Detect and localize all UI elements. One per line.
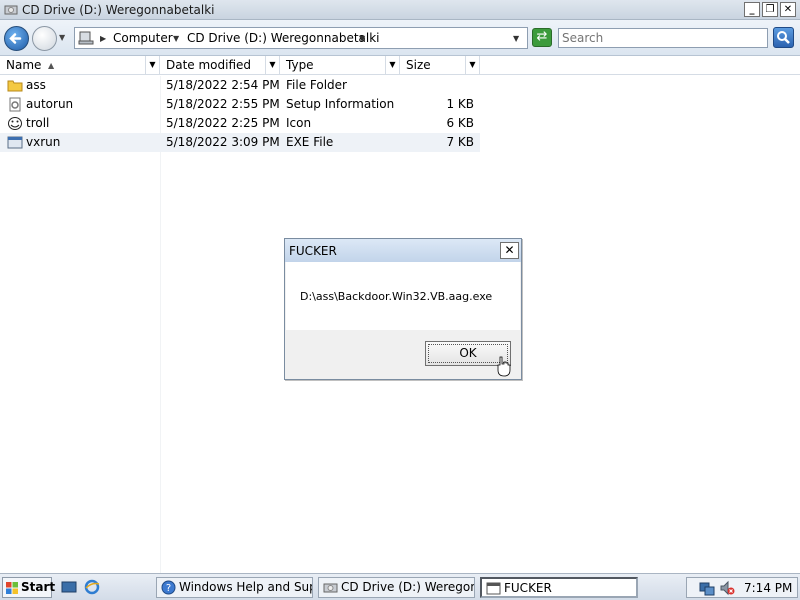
taskbar: Start ? Windows Help and Sup... CD Drive… [0,573,800,600]
back-arrow-icon [9,33,22,44]
file-type: File Folder [286,78,347,92]
dialog-title: FUCKER [289,244,337,258]
clock[interactable]: 7:14 PM [744,581,792,595]
windows-logo-icon [6,582,18,594]
file-type: Icon [286,116,312,130]
task-windows-help[interactable]: ? Windows Help and Sup... [156,577,313,598]
refresh-button[interactable]: ⇄ [532,28,552,47]
file-date: 5/18/2022 2:54 PM [166,78,280,92]
recent-pages-dropdown-icon[interactable]: ▼ [59,33,65,42]
file-date: 5/18/2022 2:55 PM [166,97,280,111]
file-date: 5/18/2022 2:25 PM [166,116,280,130]
column-name-label: Name [6,58,42,72]
start-button[interactable]: Start [2,577,56,598]
breadcrumb-cd-drive[interactable]: CD Drive (D:) Weregonnabetalki [187,31,380,45]
internet-explorer-icon[interactable] [84,579,100,595]
sort-ascending-icon: ▲ [48,61,55,70]
address-bar[interactable]: ▶ Computer ▼ CD Drive (D:) Weregonnabeta… [74,27,528,49]
task-label: FUCKER [504,581,552,595]
cd-drive-icon [4,5,18,15]
column-filter-dropdown-icon[interactable]: ▼ [465,56,479,74]
forward-button[interactable] [32,26,57,51]
file-row-troll[interactable]: troll 5/18/2022 2:25 PM Icon 6 KB [0,114,480,133]
dialog-close-button[interactable]: ✕ [500,242,519,259]
file-row-vxrun[interactable]: vxrun 5/18/2022 3:09 PM EXE File 7 KB [0,133,480,152]
dialog-message: D:\ass\Backdoor.Win32.VB.aag.exe [300,290,493,303]
column-filter-dropdown-icon[interactable]: ▼ [145,56,159,74]
column-date-modified[interactable]: Date modified ▼ [160,56,280,75]
file-date: 5/18/2022 3:09 PM [166,135,280,149]
system-tray: 7:14 PM [686,577,798,598]
help-icon: ? [161,580,176,595]
column-size-label: Size [406,58,431,72]
svg-text:?: ? [166,583,171,594]
troll-icon [8,117,22,130]
breadcrumb-separator-icon[interactable]: ▼ [359,34,365,43]
file-row-autorun[interactable]: autorun 5/18/2022 2:55 PM Setup Informat… [0,95,480,114]
file-size: 7 KB [446,135,474,149]
search-input[interactable] [558,28,768,48]
task-cd-drive[interactable]: CD Drive (D:) Weregon... [318,577,475,598]
column-size[interactable]: Size ▼ [400,56,480,75]
column-name[interactable]: Name ▲ ▼ [0,56,160,75]
column-date-label: Date modified [166,58,252,72]
file-type: EXE File [286,135,334,149]
start-label: Start [21,580,56,594]
dialog-title-bar[interactable]: FUCKER ✕ [285,239,521,262]
magnifier-icon [777,31,790,44]
task-fucker[interactable]: FUCKER [480,577,638,598]
message-dialog: FUCKER ✕ D:\ass\Backdoor.Win32.VB.aag.ex… [284,238,522,380]
breadcrumb-separator-icon[interactable]: ▶ [100,34,106,43]
file-row-ass[interactable]: ass 5/18/2022 2:54 PM File Folder [0,76,480,95]
address-history-dropdown-icon[interactable]: ▼ [513,34,519,43]
file-size: 6 KB [446,116,474,130]
minimize-button[interactable]: _ [744,2,760,17]
breadcrumb-computer[interactable]: Computer [113,31,173,45]
show-desktop-icon[interactable] [61,579,77,595]
cd-drive-icon [323,583,338,593]
mouse-cursor-icon [497,356,511,377]
file-size: 1 KB [446,97,474,111]
network-icon[interactable] [699,580,715,596]
file-name: ass [26,78,46,92]
window-title-bar[interactable]: CD Drive (D:) Weregonnabetalki _ ❐ ✕ [0,0,800,20]
maximize-button[interactable]: ❐ [762,2,778,17]
column-filter-dropdown-icon[interactable]: ▼ [265,56,279,74]
refresh-icon: ⇄ [536,29,548,44]
file-name: autorun [26,97,74,111]
folder-icon [7,80,23,92]
file-type: Setup Information [286,97,395,111]
setup-file-icon [9,97,21,112]
column-filter-dropdown-icon[interactable]: ▼ [385,56,399,74]
task-label: Windows Help and Sup... [179,580,312,594]
column-header-row: Name ▲ ▼ Date modified ▼ Type ▼ Size ▼ [0,56,800,75]
column-type-label: Type [286,58,314,72]
column-type[interactable]: Type ▼ [280,56,400,75]
application-icon [486,582,501,595]
breadcrumb-separator-icon[interactable]: ▼ [173,34,179,43]
file-name: troll [26,116,50,130]
back-button[interactable] [4,26,29,51]
computer-icon [78,31,94,45]
exe-file-icon [7,136,23,149]
volume-muted-icon[interactable] [719,580,735,596]
close-button[interactable]: ✕ [780,2,796,17]
dialog-body: D:\ass\Backdoor.Win32.VB.aag.exe [286,262,520,330]
search-button[interactable] [773,27,794,48]
window-title: CD Drive (D:) Weregonnabetalki [22,3,215,17]
navigation-toolbar: ▼ ▶ Computer ▼ CD Drive (D:) Weregonnabe… [0,20,800,56]
task-label: CD Drive (D:) Weregon... [341,580,475,594]
file-name: vxrun [26,135,61,149]
